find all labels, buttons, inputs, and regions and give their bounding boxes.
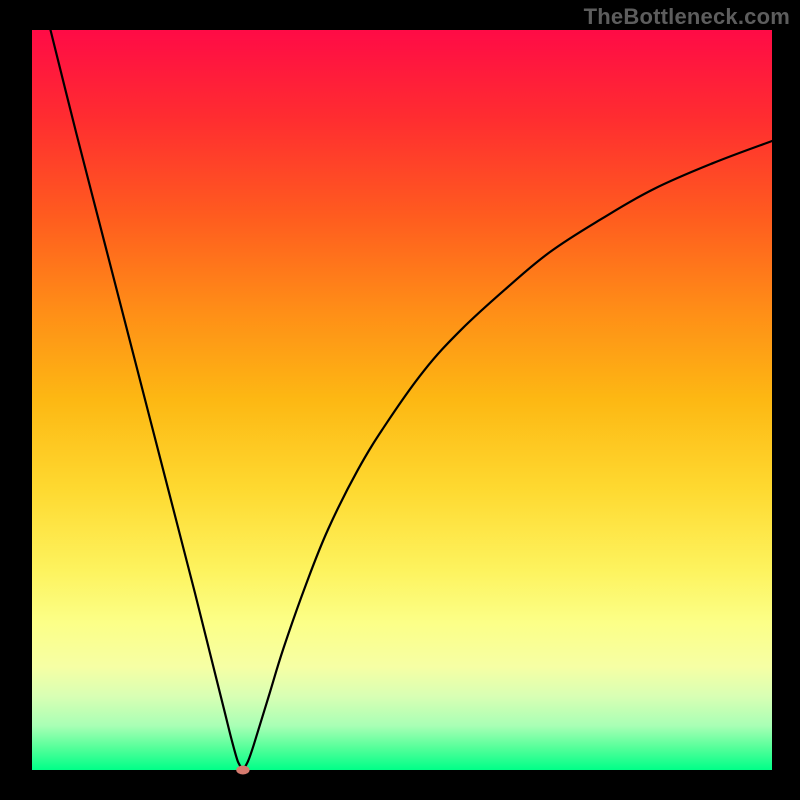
minimum-marker [236, 766, 249, 775]
watermark-text: TheBottleneck.com [584, 4, 790, 30]
plot-area [32, 30, 772, 770]
left-branch-curve [51, 30, 243, 770]
chart-frame: TheBottleneck.com [0, 0, 800, 800]
curve-svg [32, 30, 772, 770]
right-branch-curve [243, 141, 772, 770]
